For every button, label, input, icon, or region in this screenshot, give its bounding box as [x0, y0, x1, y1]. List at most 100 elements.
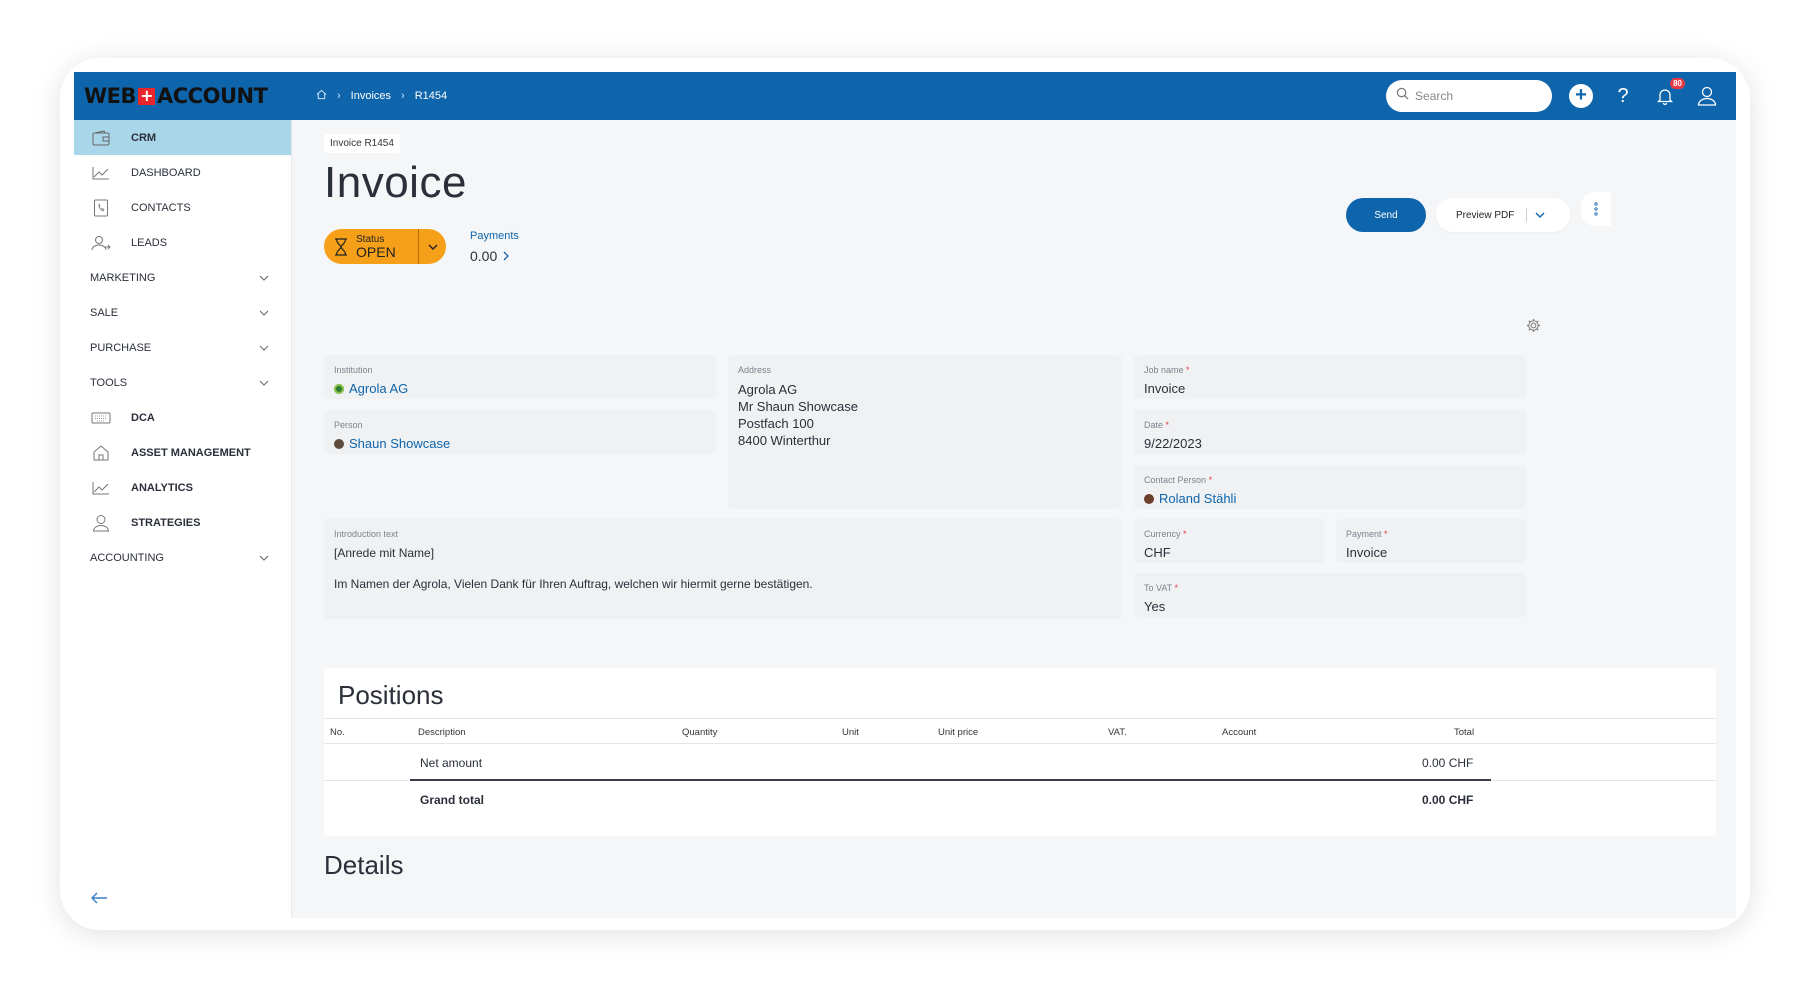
home-icon[interactable]: [316, 89, 327, 103]
sidebar-item-analytics[interactable]: ANALYTICS: [74, 470, 291, 505]
plus-icon: +: [1569, 84, 1593, 108]
company-icon: [334, 383, 344, 394]
divider: [1526, 208, 1528, 222]
payments-value-row: 0.00: [470, 248, 519, 264]
sidebar-item-label: CRM: [131, 131, 157, 144]
kebab-icon: [1594, 202, 1598, 216]
date-label: Date *: [1144, 420, 1170, 430]
chevron-down-icon: [259, 272, 269, 284]
notifications-button[interactable]: 80: [1652, 78, 1685, 109]
currency-field[interactable]: Currency * CHF: [1134, 519, 1324, 563]
net-amount-label: Net amount: [420, 756, 483, 770]
page-title: Invoice: [324, 158, 467, 207]
address-line: Agrola AG: [738, 382, 798, 397]
status-label: Status: [356, 233, 385, 245]
breadcrumb-invoices[interactable]: Invoices: [351, 90, 391, 102]
app-window: WEB + ACCOUNT › Invoices › R1454 +: [74, 72, 1736, 918]
chevron-right-icon: ›: [337, 90, 341, 102]
column-header: Description: [418, 727, 466, 738]
address-label: Address: [738, 365, 772, 375]
payment-value: Invoice: [1346, 545, 1388, 560]
sidebar-group-purchase[interactable]: PURCHASE: [74, 330, 291, 365]
introduction-text-value: [Anrede mit Name] Im Namen der Agrola, V…: [334, 545, 1112, 593]
date-field[interactable]: Date * 9/22/2023: [1134, 410, 1526, 454]
address-line: Postfach 100: [738, 416, 814, 431]
address-field[interactable]: Address Agrola AG Mr Shaun Showcase Post…: [728, 355, 1122, 509]
more-options-button[interactable]: [1581, 192, 1611, 226]
breadcrumb-current: R1454: [414, 90, 448, 102]
contact-person-value[interactable]: Roland Stähli: [1159, 491, 1236, 506]
sidebar: CRM DASHBOARD CONTACTS LEADS MARKETING S…: [74, 120, 292, 918]
search-box: [1386, 80, 1552, 112]
institution-label: Institution: [334, 365, 373, 375]
grand-total-row: Grand total 0.00 CHF: [324, 782, 1716, 818]
add-button[interactable]: +: [1568, 83, 1594, 109]
wallet-icon: [90, 127, 112, 149]
user-menu-button[interactable]: [1694, 83, 1720, 109]
sidebar-item-dca[interactable]: DCA: [74, 400, 291, 435]
question-icon: ?: [1617, 84, 1629, 107]
sidebar-item-label: MARKETING: [90, 271, 156, 284]
breadcrumb: › Invoices › R1454: [316, 89, 447, 103]
chevron-down-icon: [259, 552, 269, 564]
sidebar-item-contacts[interactable]: CONTACTS: [74, 190, 291, 225]
person-field[interactable]: Person Shaun Showcase: [324, 410, 716, 454]
help-button[interactable]: ?: [1610, 83, 1636, 109]
currency-value: CHF: [1144, 545, 1171, 560]
form-settings-button[interactable]: [1526, 318, 1541, 338]
arrow-left-icon: [91, 892, 107, 904]
payments-summary[interactable]: Payments 0.00: [470, 230, 519, 264]
payment-label: Payment *: [1346, 529, 1388, 539]
sidebar-item-label: ACCOUNTING: [90, 551, 164, 564]
payments-value: 0.00: [470, 248, 498, 264]
net-amount-row: Net amount 0.00 CHF: [324, 745, 1716, 781]
preview-pdf-button[interactable]: Preview PDF: [1436, 198, 1570, 232]
payment-field[interactable]: Payment * Invoice: [1336, 519, 1526, 563]
sidebar-item-dashboard[interactable]: DASHBOARD: [74, 155, 291, 190]
sidebar-item-leads[interactable]: LEADS: [74, 225, 291, 260]
avatar: [1144, 493, 1154, 504]
grand-total-value: 0.00 CHF: [1422, 793, 1474, 807]
brand-logo[interactable]: WEB + ACCOUNT: [74, 84, 294, 108]
introduction-text-field[interactable]: Introduction text [Anrede mit Name] Im N…: [324, 519, 1122, 619]
job-name-field[interactable]: Job name * Invoice: [1134, 355, 1526, 399]
sidebar-group-tools[interactable]: TOOLS: [74, 365, 291, 400]
net-amount-value: 0.00 CHF: [1422, 756, 1474, 770]
institution-value-row: Agrola AG: [334, 381, 706, 396]
person-value[interactable]: Shaun Showcase: [349, 436, 450, 451]
main-content: Invoice R1454 Invoice Status OPEN Paymen…: [304, 120, 1736, 918]
sidebar-item-asset-management[interactable]: ASSET MANAGEMENT: [74, 435, 291, 470]
column-header: VAT.: [1108, 727, 1127, 738]
to-vat-field[interactable]: To VAT * Yes: [1134, 573, 1526, 617]
contact-person-field[interactable]: Contact Person * Roland Stähli: [1134, 465, 1526, 509]
sidebar-item-label: DCA: [131, 411, 155, 424]
sidebar-item-label: CONTACTS: [131, 201, 191, 214]
institution-field[interactable]: Institution Agrola AG: [324, 355, 716, 399]
chevron-down-icon[interactable]: [1535, 210, 1545, 221]
sidebar-item-crm[interactable]: CRM: [74, 120, 291, 155]
search-icon: [1396, 87, 1409, 105]
status-text: Status OPEN: [356, 233, 396, 259]
institution-value[interactable]: Agrola AG: [349, 381, 408, 396]
collapse-sidebar-button[interactable]: [74, 878, 124, 918]
to-vat-value: Yes: [1144, 599, 1166, 614]
sidebar-item-strategies[interactable]: STRATEGIES: [74, 505, 291, 540]
chevron-down-icon: [418, 229, 446, 264]
user-arrow-icon: [90, 232, 112, 254]
positions-title: Positions: [338, 680, 444, 710]
top-actions: + ? 80: [1386, 78, 1736, 112]
sidebar-group-accounting[interactable]: ACCOUNTING: [74, 540, 291, 575]
job-name-label: Job name *: [1144, 365, 1190, 375]
status-dropdown[interactable]: Status OPEN: [324, 229, 446, 264]
chevron-right-icon: [503, 248, 510, 264]
sidebar-group-marketing[interactable]: MARKETING: [74, 260, 291, 295]
payments-label: Payments: [470, 230, 519, 242]
sidebar-item-label: STRATEGIES: [131, 516, 201, 529]
search-input[interactable]: [1415, 89, 1535, 103]
address-value: Agrola AG Mr Shaun Showcase Postfach 100…: [738, 381, 1112, 449]
send-button[interactable]: Send: [1346, 198, 1426, 232]
chart-line-icon: [90, 162, 112, 184]
brand-part1: WEB: [84, 84, 137, 108]
sidebar-item-label: PURCHASE: [90, 341, 152, 354]
sidebar-group-sale[interactable]: SALE: [74, 295, 291, 330]
